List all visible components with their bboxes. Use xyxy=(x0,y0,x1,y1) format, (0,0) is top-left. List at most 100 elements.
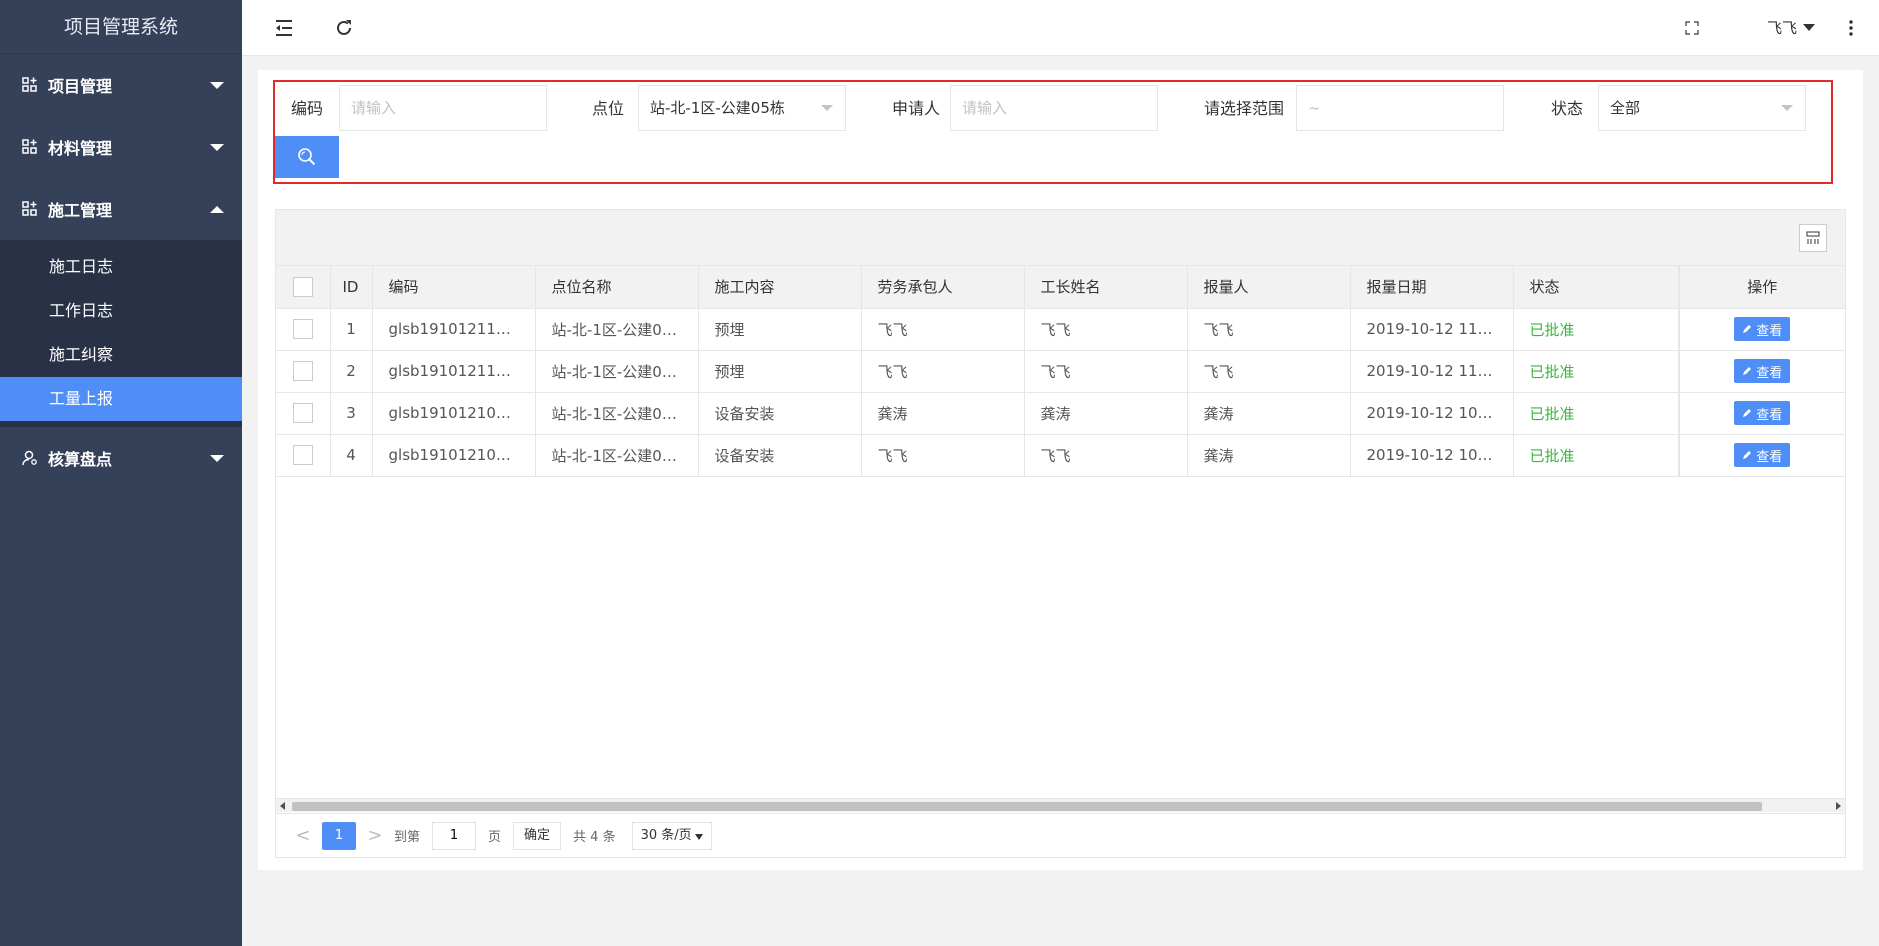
columns-filter-button[interactable] xyxy=(1799,224,1827,252)
row-checkbox-cell xyxy=(276,308,331,351)
range-label: 请选择范围 xyxy=(1204,99,1285,118)
view-label: 查看 xyxy=(1756,365,1783,381)
location-select[interactable]: 站-北-1区-公建05栋 xyxy=(638,85,846,131)
cell-date: 2019-10-12 11:35:00 xyxy=(1350,308,1514,351)
refresh-icon[interactable] xyxy=(332,16,356,40)
next-page-icon[interactable]: > xyxy=(362,825,388,846)
cell-date: 2019-10-12 10:55:00 xyxy=(1350,392,1514,435)
applicant-input[interactable] xyxy=(950,85,1158,131)
cell-content: 预埋 xyxy=(698,308,862,351)
status-value: 全部 xyxy=(1610,99,1641,117)
cell-code: glsb19101211345 xyxy=(372,308,536,351)
column-header: 点位名称 xyxy=(535,266,699,309)
menu-label: 核算盘点 xyxy=(48,450,113,469)
horizontal-scrollbar[interactable] xyxy=(276,798,1845,812)
top-header: 飞飞 xyxy=(242,0,1879,56)
column-header: 编码 xyxy=(372,266,536,309)
prev-page-icon[interactable]: < xyxy=(290,825,316,846)
cell-location: 站-北-1区-公建05栋 xyxy=(535,308,699,351)
sidebar-item-construction-log[interactable]: 施工日志 xyxy=(0,245,242,289)
view-button[interactable]: 查看 xyxy=(1734,359,1791,383)
menu-group-accounting: 核算盘点 xyxy=(0,427,242,489)
user-menu[interactable]: 飞飞 xyxy=(1767,17,1815,38)
row-checkbox[interactable] xyxy=(292,361,313,381)
column-header: 操作 xyxy=(1678,266,1846,309)
row-checkbox[interactable] xyxy=(292,445,313,465)
view-button[interactable]: 查看 xyxy=(1734,317,1791,341)
fullscreen-icon[interactable] xyxy=(1680,16,1704,40)
edit-icon xyxy=(1743,409,1752,417)
column-header: 工长姓名 xyxy=(1024,266,1188,309)
menu-group-construction: 施工管理 施工日志 工作日志 施工纠察 工量上报 xyxy=(0,178,242,427)
cell-contractor: 飞飞 xyxy=(861,308,1025,351)
menu-material-management[interactable]: 材料管理 xyxy=(0,116,242,178)
menu-label: 项目管理 xyxy=(48,77,113,96)
status-select[interactable]: 全部 xyxy=(1598,85,1806,131)
total-count: 共 4 条 xyxy=(573,830,616,845)
sidebar-item-construction-inspection[interactable]: 施工纠察 xyxy=(0,333,242,377)
applicant-label: 申请人 xyxy=(892,99,941,118)
pagination: < 1 > 到第 页 确定 共 4 条 30 条/页 xyxy=(276,813,1845,857)
goto-page-input[interactable] xyxy=(432,821,477,850)
cell-status: 已批准 xyxy=(1513,392,1680,435)
edit-icon xyxy=(1743,325,1752,333)
view-button[interactable]: 查看 xyxy=(1734,443,1791,467)
menu-accounting-inventory[interactable]: 核算盘点 xyxy=(0,427,242,489)
table-row: 1 glsb19101211345 站-北-1区-公建05栋 预埋 飞飞 飞飞 … xyxy=(276,308,1846,351)
cell-actions: 查看 xyxy=(1678,308,1846,351)
data-table: ID 编码 点位名称 施工内容 劳务承包人 工长姓名 报量人 报量日期 状态 操… xyxy=(276,266,1846,477)
table-row: 3 glsb19101210550 站-北-1区-公建05栋 设备安装 龚涛 龚… xyxy=(276,392,1846,435)
grid-plus-icon xyxy=(22,139,38,155)
row-checkbox[interactable] xyxy=(292,403,313,423)
page-1-button[interactable]: 1 xyxy=(322,821,356,850)
more-vertical-icon[interactable] xyxy=(1839,16,1863,40)
columns-icon xyxy=(1806,231,1820,244)
column-header: 报量人 xyxy=(1187,266,1351,309)
cell-reporter: 飞飞 xyxy=(1187,308,1351,351)
cell-foreman: 飞飞 xyxy=(1024,434,1188,477)
menu-label: 材料管理 xyxy=(48,139,113,158)
view-button[interactable]: 查看 xyxy=(1734,401,1791,425)
cell-contractor: 飞飞 xyxy=(861,350,1025,393)
page-size-select[interactable]: 30 条/页 xyxy=(631,821,712,850)
scrollbar-thumb[interactable] xyxy=(292,802,1762,811)
search-button[interactable] xyxy=(275,136,339,178)
row-checkbox-cell xyxy=(276,434,331,477)
cell-content: 预埋 xyxy=(698,350,862,393)
column-header: 劳务承包人 xyxy=(861,266,1025,309)
cell-location: 站-北-1区-公建05栋 xyxy=(535,434,699,477)
column-header: 报量日期 xyxy=(1350,266,1514,309)
menu-group-material: 材料管理 xyxy=(0,116,242,178)
cell-reporter: 飞飞 xyxy=(1187,350,1351,393)
header-checkbox-cell xyxy=(276,266,331,309)
range-input[interactable] xyxy=(1296,85,1504,131)
menu-fold-icon[interactable] xyxy=(272,16,296,40)
menu-construction-management[interactable]: 施工管理 xyxy=(0,178,242,240)
sidebar-item-quantity-report[interactable]: 工量上报 xyxy=(0,377,242,421)
code-label: 编码 xyxy=(291,99,324,118)
menu-project-management[interactable]: 项目管理 xyxy=(0,54,242,116)
row-checkbox-cell xyxy=(276,350,331,393)
row-checkbox[interactable] xyxy=(292,319,313,339)
table-toolbar xyxy=(276,210,1845,266)
cell-code: glsb19101210550 xyxy=(372,392,536,435)
view-label: 查看 xyxy=(1756,407,1783,423)
caret-down-icon xyxy=(694,833,703,840)
confirm-page-button[interactable]: 确定 xyxy=(513,821,562,850)
table-header-row: ID 编码 点位名称 施工内容 劳务承包人 工长姓名 报量人 报量日期 状态 操… xyxy=(276,266,1846,309)
edit-icon xyxy=(1743,451,1752,459)
cell-reporter: 龚涛 xyxy=(1187,392,1351,435)
cell-id: 1 xyxy=(330,308,373,351)
app-title: 项目管理系统 xyxy=(0,0,242,54)
search-icon xyxy=(298,148,316,166)
select-all-checkbox[interactable] xyxy=(292,276,313,297)
cell-reporter: 龚涛 xyxy=(1187,434,1351,477)
scroll-right-icon[interactable] xyxy=(1836,802,1841,810)
code-input[interactable] xyxy=(339,85,547,131)
sidebar: 项目管理系统 项目管理 材料管理 施工管理 施工日志 工作日志 施工纠察 工量上… xyxy=(0,0,242,946)
column-header: 状态 xyxy=(1513,266,1680,309)
cell-code: glsb19101210450 xyxy=(372,434,536,477)
sidebar-item-work-log[interactable]: 工作日志 xyxy=(0,289,242,333)
cell-status: 已批准 xyxy=(1513,308,1680,351)
scroll-left-icon[interactable] xyxy=(280,802,285,810)
